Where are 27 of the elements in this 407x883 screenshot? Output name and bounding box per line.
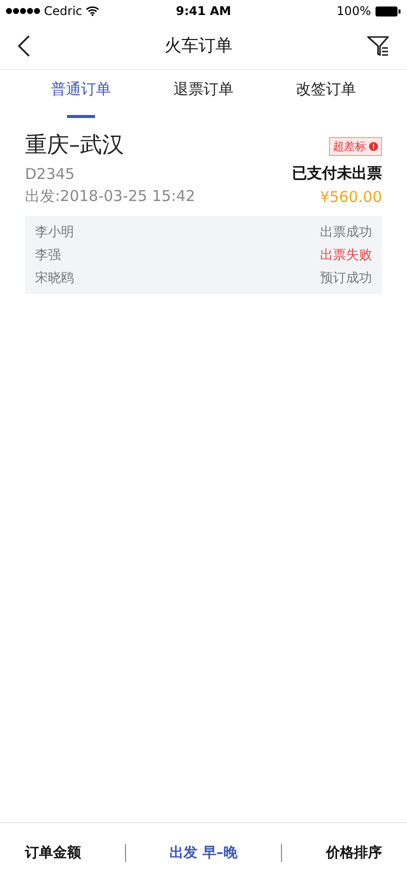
passenger-name: 李强 — [35, 247, 61, 264]
battery-icon — [374, 6, 401, 16]
wifi-icon — [86, 6, 100, 16]
order-tab[interactable]: 退票订单 — [173, 70, 234, 124]
passenger-name: 李小明 — [35, 224, 74, 241]
carrier-name: Cedric — [44, 4, 82, 18]
ticket-status: 出票失败 — [320, 247, 372, 264]
sort-button[interactable]: 价格排序 — [320, 843, 388, 863]
route-title: 重庆–武汉 — [25, 132, 124, 160]
passenger-name: 宋晓鸥 — [35, 270, 74, 287]
order-tab[interactable]: 改签订单 — [296, 70, 356, 124]
signal-icon — [6, 8, 40, 14]
filter-button[interactable] — [367, 34, 389, 56]
order-status: 已支付未出票 — [292, 164, 382, 183]
page-title: 火车订单 — [164, 35, 232, 57]
ticket-status: 预订成功 — [320, 270, 372, 287]
sort-button[interactable]: 出发 早–晚 — [164, 843, 244, 863]
clock-time: 9:41 AM — [176, 4, 232, 18]
departure-time: 出发:2018-03-25 15:42 — [25, 187, 196, 206]
order-price: ¥560.00 — [320, 188, 382, 206]
over-standard-badge: 超差标 — [329, 137, 382, 156]
battery-percentage: 100% — [336, 4, 371, 18]
back-button[interactable] — [18, 34, 30, 56]
order-tab[interactable]: 普通订单 — [51, 70, 112, 124]
ticket-status: 出票成功 — [320, 224, 372, 241]
train-number: D2345 — [25, 165, 75, 183]
sort-button[interactable]: 订单金额 — [18, 843, 87, 863]
